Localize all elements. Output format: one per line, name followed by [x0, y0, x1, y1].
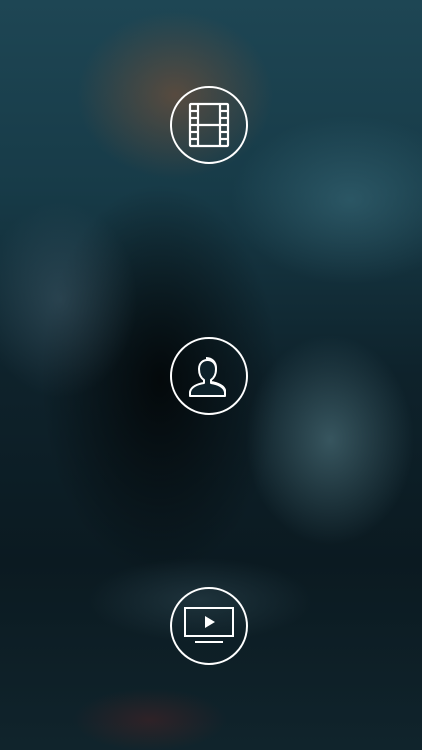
home-screen — [0, 0, 422, 750]
film-strip-icon — [187, 102, 231, 148]
tv-button[interactable] — [170, 587, 248, 665]
movies-button[interactable] — [170, 86, 248, 164]
people-icon — [184, 354, 234, 398]
tv-play-icon — [183, 606, 235, 646]
people-button[interactable] — [170, 337, 248, 415]
